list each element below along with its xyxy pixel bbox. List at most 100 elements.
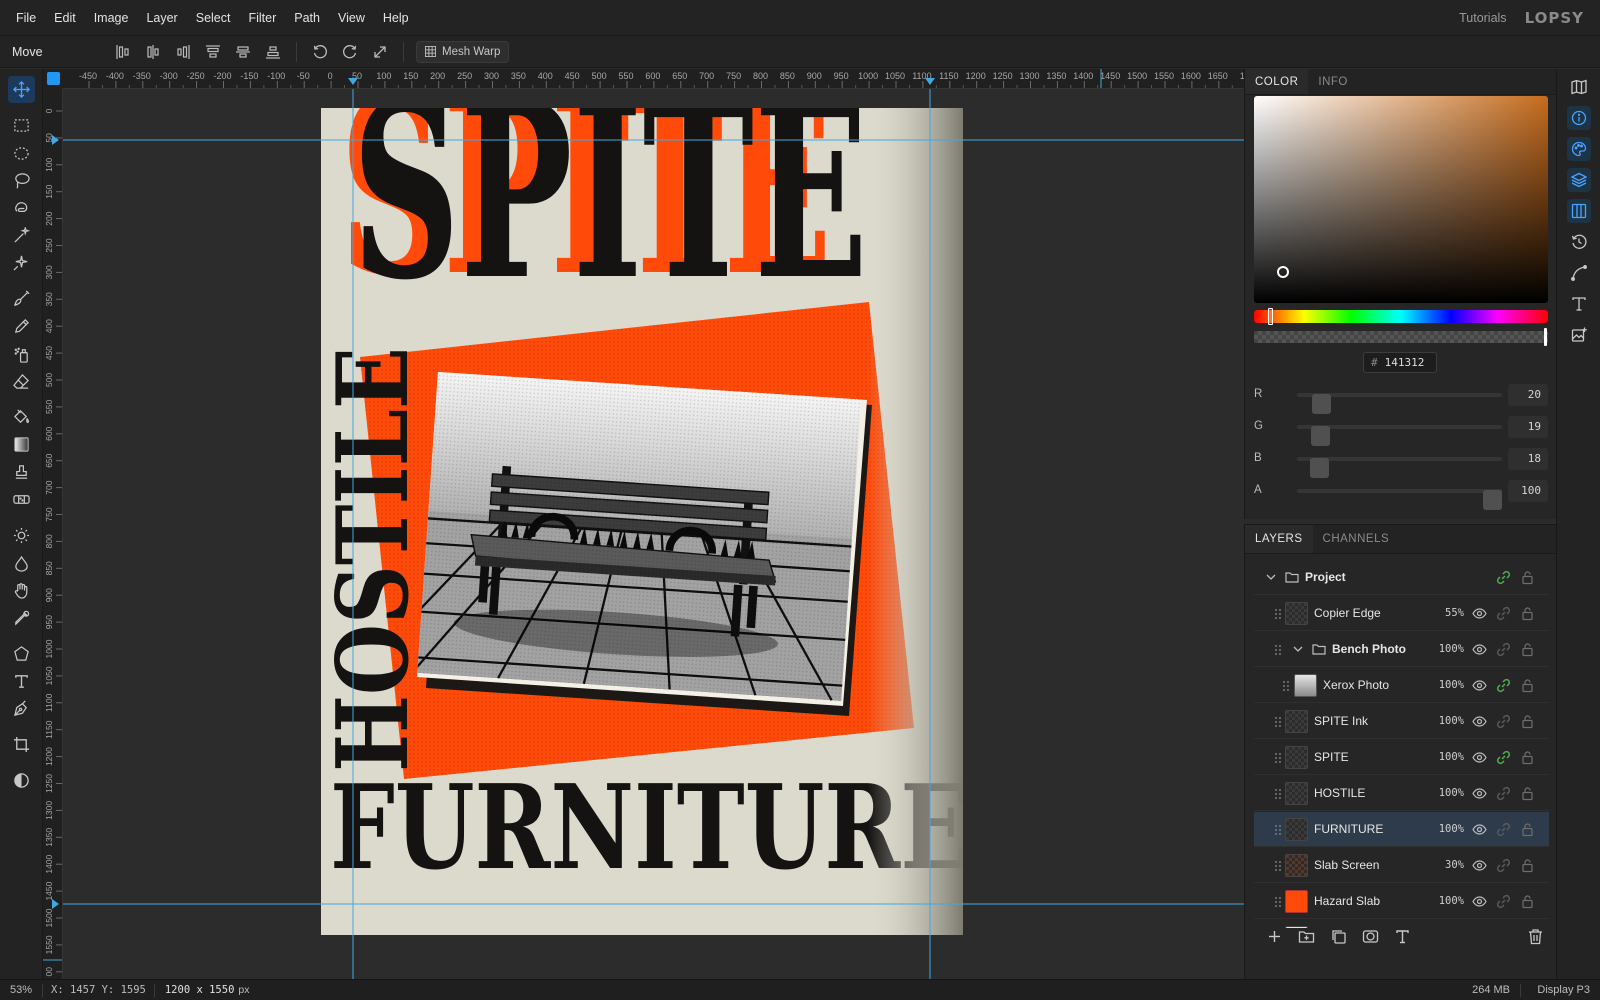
lock-icon[interactable] bbox=[1520, 858, 1535, 873]
chevron-down-icon[interactable] bbox=[1265, 571, 1277, 583]
align-bottom-button[interactable] bbox=[260, 39, 286, 65]
paths-panel-button[interactable] bbox=[1567, 261, 1591, 285]
hand-tool[interactable] bbox=[8, 577, 35, 604]
channel-slider-a[interactable] bbox=[1297, 489, 1502, 510]
marquee-tool[interactable] bbox=[8, 112, 35, 139]
lasso-tool[interactable] bbox=[8, 167, 35, 194]
brush-tool[interactable] bbox=[8, 285, 35, 312]
duplicate-layer-button[interactable] bbox=[1330, 928, 1347, 945]
layers-panel-button[interactable] bbox=[1567, 168, 1591, 192]
layer-name[interactable]: Bench Photo bbox=[1332, 642, 1406, 656]
image-library-button[interactable] bbox=[1567, 323, 1591, 347]
channel-slider-g[interactable] bbox=[1297, 425, 1502, 446]
dodge-tool[interactable] bbox=[8, 522, 35, 549]
eye-icon[interactable] bbox=[1472, 606, 1487, 621]
document-canvas[interactable]: SPITE SPITE HOSTILE FURNITURE bbox=[63, 89, 1244, 979]
drag-handle-icon[interactable] bbox=[1274, 752, 1282, 764]
eye-icon[interactable] bbox=[1472, 858, 1487, 873]
eye-icon[interactable] bbox=[1472, 786, 1487, 801]
layer-name[interactable]: Copier Edge bbox=[1314, 606, 1381, 620]
drag-handle-icon[interactable] bbox=[1274, 644, 1282, 656]
link-icon[interactable] bbox=[1496, 606, 1511, 621]
object-select-tool[interactable] bbox=[8, 249, 35, 276]
alpha-slider-handle[interactable] bbox=[1544, 328, 1547, 346]
ruler-corner[interactable] bbox=[43, 69, 63, 89]
layer-name[interactable]: SPITE Ink bbox=[1314, 714, 1368, 728]
expand-button[interactable] bbox=[367, 39, 393, 65]
gradient-tool[interactable] bbox=[8, 431, 35, 458]
layer-row[interactable]: Slab Screen 30% bbox=[1254, 848, 1549, 883]
channel-slider-thumb[interactable] bbox=[1483, 490, 1502, 510]
channel-value-a[interactable]: 100 bbox=[1508, 480, 1548, 502]
channel-value-r[interactable]: 20 bbox=[1508, 384, 1548, 406]
layer-opacity[interactable]: 30% bbox=[1424, 859, 1464, 871]
drag-handle-icon[interactable] bbox=[1274, 608, 1282, 620]
eye-icon[interactable] bbox=[1472, 822, 1487, 837]
align-h-center-button[interactable] bbox=[140, 39, 166, 65]
move-tool[interactable] bbox=[8, 76, 35, 103]
lock-icon[interactable] bbox=[1520, 822, 1535, 837]
menu-image[interactable]: Image bbox=[85, 11, 138, 25]
pencil-tool[interactable] bbox=[8, 313, 35, 340]
channels-panel-button[interactable] bbox=[1567, 199, 1591, 223]
layer-row[interactable]: Bench Photo 100% bbox=[1254, 632, 1549, 667]
layer-opacity[interactable]: 100% bbox=[1424, 679, 1464, 691]
lock-icon[interactable] bbox=[1520, 642, 1535, 657]
layer-row[interactable]: Xerox Photo 100% bbox=[1254, 668, 1549, 703]
rotate-ccw-button[interactable] bbox=[307, 39, 333, 65]
hue-slider[interactable] bbox=[1254, 310, 1548, 323]
tab-info[interactable]: INFO bbox=[1308, 69, 1357, 94]
tutorials-link[interactable]: Tutorials bbox=[1459, 11, 1506, 25]
layer-opacity[interactable]: 55% bbox=[1424, 607, 1464, 619]
zoom-level[interactable]: 53% bbox=[0, 984, 42, 996]
channel-value-b[interactable]: 18 bbox=[1508, 448, 1548, 470]
magic-wand-tool[interactable] bbox=[8, 222, 35, 249]
drag-handle-icon[interactable] bbox=[1274, 824, 1282, 836]
layer-name[interactable]: Slab Screen bbox=[1314, 858, 1379, 872]
eye-icon[interactable] bbox=[1472, 678, 1487, 693]
eyedropper-tool[interactable] bbox=[8, 605, 35, 632]
spray-tool[interactable] bbox=[8, 341, 35, 368]
canvas-area[interactable]: SPITE SPITE HOSTILE FURNITURE bbox=[63, 89, 1244, 979]
link-icon[interactable] bbox=[1496, 750, 1511, 765]
horizontal-ruler[interactable]: -450 -400 -350 -300 -250 -200 -150 -100 -50 0 50 10… bbox=[63, 69, 1244, 89]
lock-icon[interactable] bbox=[1520, 570, 1535, 585]
lock-icon[interactable] bbox=[1520, 750, 1535, 765]
drag-handle-icon[interactable] bbox=[1274, 860, 1282, 872]
vertical-ruler[interactable]: 0 50 100 150 200 250 300 350 400 450 500 550 600 650 7… bbox=[43, 89, 63, 979]
delete-layer-button[interactable] bbox=[1527, 928, 1544, 945]
history-panel-button[interactable] bbox=[1567, 230, 1591, 254]
link-icon[interactable] bbox=[1496, 714, 1511, 729]
channel-value-g[interactable]: 19 bbox=[1508, 416, 1548, 438]
menu-edit[interactable]: Edit bbox=[45, 11, 85, 25]
color-panel-button[interactable] bbox=[1567, 137, 1591, 161]
menu-filter[interactable]: Filter bbox=[239, 11, 285, 25]
guide-marker[interactable] bbox=[52, 899, 59, 909]
align-right-button[interactable] bbox=[170, 39, 196, 65]
polygon-tool[interactable] bbox=[8, 640, 35, 667]
layer-row[interactable]: Copier Edge 55% bbox=[1254, 596, 1549, 631]
lock-icon[interactable] bbox=[1520, 786, 1535, 801]
tab-channels[interactable]: CHANNELS bbox=[1313, 525, 1400, 553]
ellipse-select-tool[interactable] bbox=[8, 140, 35, 167]
link-icon[interactable] bbox=[1496, 822, 1511, 837]
link-icon[interactable] bbox=[1496, 894, 1511, 909]
lock-icon[interactable] bbox=[1520, 606, 1535, 621]
menu-help[interactable]: Help bbox=[374, 11, 418, 25]
layer-row[interactable]: HOSTILE 100% bbox=[1254, 776, 1549, 811]
layer-opacity[interactable]: 100% bbox=[1424, 715, 1464, 727]
adjust-tool[interactable] bbox=[8, 767, 35, 794]
eye-icon[interactable] bbox=[1472, 714, 1487, 729]
eye-icon[interactable] bbox=[1472, 894, 1487, 909]
layer-name[interactable]: Xerox Photo bbox=[1323, 678, 1389, 692]
channel-slider-thumb[interactable] bbox=[1310, 426, 1330, 446]
drag-handle-icon[interactable] bbox=[1282, 680, 1290, 692]
menu-view[interactable]: View bbox=[329, 11, 374, 25]
menu-select[interactable]: Select bbox=[187, 11, 240, 25]
link-icon[interactable] bbox=[1496, 678, 1511, 693]
tab-layers[interactable]: LAYERS bbox=[1245, 525, 1313, 553]
layer-row[interactable]: Project bbox=[1254, 560, 1549, 595]
navigator-button[interactable] bbox=[1567, 75, 1591, 99]
clone-stamp-tool[interactable] bbox=[8, 459, 35, 486]
link-icon[interactable] bbox=[1496, 570, 1511, 585]
